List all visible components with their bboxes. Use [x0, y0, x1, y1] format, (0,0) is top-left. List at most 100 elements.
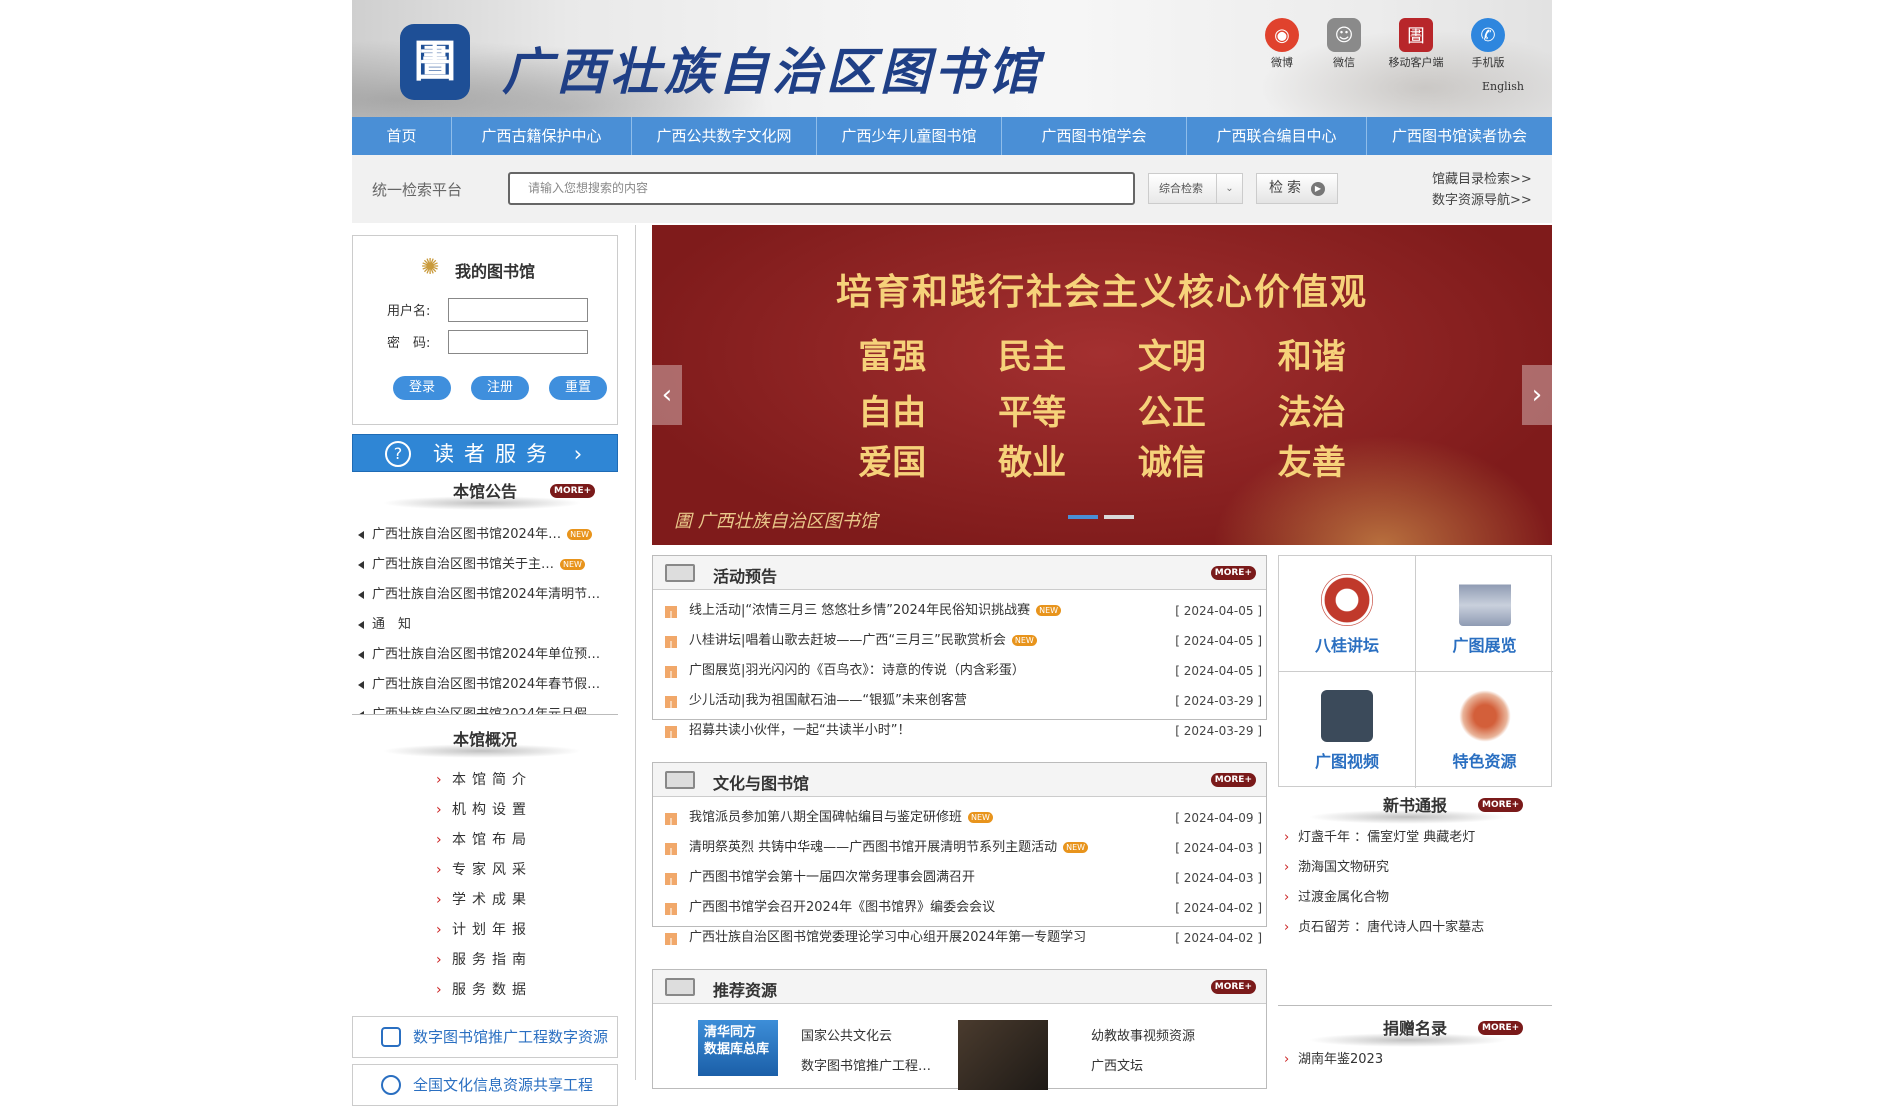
recommend-more-button[interactable]: MORE+ [1210, 980, 1256, 994]
nav-home[interactable]: 首页 [352, 117, 452, 155]
question-icon: ? [385, 441, 411, 467]
divider [1278, 1005, 1552, 1006]
notice-item[interactable]: 广西壮族自治区图书馆2024年春节假… [352, 670, 618, 700]
recommend-link[interactable]: 幼教故事视频资源 [1091, 1022, 1195, 1052]
tsinghua-tongfang-thumbnail[interactable]: 清华同方 数据库总库 [698, 1020, 778, 1076]
login-button[interactable]: 登录 [393, 376, 451, 400]
tile-bagui-forum[interactable]: 八桂讲坛 [1279, 556, 1416, 672]
banner-slideshow[interactable]: 培育和践行社会主义核心价值观 富强 民主 文明 和谐 自由 平等 公正 法治 爱… [652, 225, 1552, 545]
mobile-client-link[interactable]: 圕 移动客户端 [1376, 18, 1456, 70]
password-field[interactable] [448, 330, 588, 354]
notice-more-button[interactable]: MORE+ [550, 484, 596, 498]
overview-item-research[interactable]: 学术成果 [352, 885, 618, 915]
culture-item[interactable]: 清明祭英烈 共铸中华魂——广西图书馆开展清明节系列主题活动 NEW[ 2024-0… [653, 833, 1266, 863]
nav-digital-culture[interactable]: 广西公共数字文化网 [632, 117, 817, 155]
reset-button[interactable]: 重置 [549, 376, 607, 400]
activities-box: 活动预告 MORE+ 线上活动|“浓情三月三 悠悠壮乡情”2024年民俗知识挑战… [652, 555, 1267, 738]
overview-item-annual-report[interactable]: 计划年报 [352, 915, 618, 945]
reader-service-button[interactable]: ? 读者服务 › [352, 434, 618, 472]
overview-item-service-guide[interactable]: 服务指南 [352, 945, 618, 975]
search-button-label: 检索 [1269, 180, 1305, 196]
overview-item-service-data[interactable]: 服务数据 [352, 975, 618, 1005]
notice-item[interactable]: 广西壮族自治区图书馆2024年清明节… [352, 580, 618, 610]
activity-item[interactable]: 线上活动|“浓情三月三 悠悠壮乡情”2024年民俗知识挑战赛 NEW[ 2024-… [653, 596, 1266, 626]
exhibition-book-icon [1458, 574, 1511, 626]
username-field[interactable] [448, 298, 588, 322]
activity-item[interactable]: 八桂讲坛|唱着山歌去赶坡——广西“三月三”民歌赏析会 NEW[ 2024-04-0… [653, 626, 1266, 656]
bagui-forum-icon [1321, 574, 1373, 626]
activity-item[interactable]: 少儿活动|我为祖国献石油——“银狐”未来创客营[ 2024-03-29 ] [653, 686, 1266, 716]
activity-item[interactable]: 招募共读小伙伴，一起“共读半小时”！[ 2024-03-29 ] [653, 716, 1266, 746]
culture-share-icon [381, 1075, 401, 1095]
activities-list: 线上活动|“浓情三月三 悠悠壮乡情”2024年民俗知识挑战赛 NEW[ 2024-… [653, 590, 1266, 746]
notice-item[interactable]: 广西壮族自治区图书馆2024年元旦假… [352, 700, 618, 714]
banner-dot-active[interactable] [1068, 515, 1098, 519]
overview-item-structure[interactable]: 机构设置 [352, 795, 618, 825]
catalog-search-link[interactable]: 馆藏目录检索>> [1432, 169, 1532, 190]
weibo-link[interactable]: ◉ 微博 [1252, 18, 1312, 70]
recommend-link[interactable]: 数字图书馆推广工程… [801, 1052, 931, 1082]
nav-reader-association[interactable]: 广西图书馆读者协会 [1367, 117, 1552, 155]
library-seal-logo[interactable]: 圕 [400, 24, 470, 100]
banner-next-button[interactable]: › [1522, 365, 1552, 425]
tile-exhibition[interactable]: 广图展览 [1416, 556, 1553, 672]
activity-item[interactable]: 广图展览|羽光闪闪的《百鸟衣》：诗意的传说（内含彩蛋）[ 2024-04-05 … [653, 656, 1266, 686]
culture-more-button[interactable]: MORE+ [1210, 773, 1256, 787]
culture-item[interactable]: 广西壮族自治区图书馆党委理论学习中心组开展2024年第一专题学习[ 2024-0… [653, 923, 1266, 953]
culture-item[interactable]: 广西图书馆学会召开2024年《图书馆界》编委会会议[ 2024-04-02 ] [653, 893, 1266, 923]
recommend-col-1: 国家公共文化云 数字图书馆推广工程… [801, 1022, 931, 1082]
banner-dot[interactable] [1104, 515, 1134, 519]
recommend-link[interactable]: 国家公共文化云 [801, 1022, 931, 1052]
new-books-more-button[interactable]: MORE+ [1478, 798, 1524, 812]
search-input[interactable]: 请输入您想搜索的内容 [508, 172, 1135, 205]
culture-item[interactable]: 广西图书馆学会第十一届四次常务理事会圆满召开[ 2024-04-03 ] [653, 863, 1266, 893]
notice-item[interactable]: 广西壮族自治区图书馆2024年单位预… [352, 640, 618, 670]
nav-ancient-books[interactable]: 广西古籍保护中心 [452, 117, 632, 155]
mobile-version-link[interactable]: ✆ 手机版 [1458, 18, 1518, 70]
overview-item-experts[interactable]: 专家风采 [352, 855, 618, 885]
new-badge: NEW [1063, 842, 1089, 853]
new-book-item[interactable]: 渤海国文物研究 [1278, 853, 1552, 883]
tile-special-resource[interactable]: 特色资源 [1416, 672, 1553, 788]
new-book-item[interactable]: 灯盏千年 ：儒室灯堂 典藏老灯 [1278, 823, 1552, 853]
notice-list: 广西壮族自治区图书馆2024年… NEW 广西壮族自治区图书馆关于主… NEW 广西… [352, 520, 618, 715]
book-icon [665, 564, 695, 582]
banner-prev-button[interactable]: ‹ [652, 365, 682, 425]
tile-video[interactable]: 广图视频 [1279, 672, 1416, 788]
nav-library-society[interactable]: 广西图书馆学会 [1002, 117, 1187, 155]
search-button[interactable]: 检索 ▶ [1256, 173, 1338, 204]
culture-header: 文化与图书馆 MORE+ [653, 763, 1266, 797]
nav-children-library[interactable]: 广西少年儿童图书馆 [817, 117, 1002, 155]
donation-item[interactable]: 湖南年鉴2023 [1278, 1045, 1552, 1075]
digital-library-promo-link[interactable]: 数字图书馆推广工程数字资源 [352, 1016, 618, 1058]
notice-item[interactable]: 通 知 [352, 610, 618, 640]
digital-library-promo-label: 数字图书馆推广工程数字资源 [413, 1028, 609, 1046]
digital-resource-nav-link[interactable]: 数字资源导航>> [1432, 190, 1532, 211]
site-header: 圕 广西壮族自治区图书馆 ◉ 微博 ☺ 微信 圕 移动客户端 ✆ 手机版 Eng… [352, 0, 1552, 117]
notice-item[interactable]: 广西壮族自治区图书馆2024年… NEW [352, 520, 618, 550]
new-books-list: 灯盏千年 ：儒室灯堂 典藏老灯 渤海国文物研究 过渡金属化合物 贞石留芳 ：唐代… [1278, 823, 1552, 943]
mobile-version-icon: ✆ [1471, 18, 1505, 52]
overview-item-intro[interactable]: 本馆简介 [352, 765, 618, 795]
library-name-logo[interactable]: 广西壮族自治区图书馆 [502, 32, 1042, 104]
password-label: 密 码: [387, 336, 431, 351]
register-button[interactable]: 注册 [471, 376, 529, 400]
notice-item[interactable]: 广西壮族自治区图书馆关于主… NEW [352, 550, 618, 580]
english-link[interactable]: English [1482, 80, 1524, 93]
recommend-link[interactable]: 广西文坛 [1091, 1052, 1195, 1082]
mobile-client-label: 移动客户端 [1388, 56, 1444, 69]
activities-more-button[interactable]: MORE+ [1210, 566, 1256, 580]
wechat-link[interactable]: ☺ 微信 [1314, 18, 1374, 70]
overview-item-layout[interactable]: 本馆布局 [352, 825, 618, 855]
donation-list: 湖南年鉴2023 [1278, 1045, 1552, 1075]
new-badge: NEW [1011, 635, 1037, 646]
culture-share-promo-link[interactable]: 全国文化信息资源共享工程 [352, 1064, 618, 1106]
nav-cataloging-center[interactable]: 广西联合编目中心 [1187, 117, 1367, 155]
culture-item[interactable]: 我馆派员参加第八期全国碑帖编目与鉴定研修班 NEW[ 2024-04-09 ] [653, 803, 1266, 833]
page: 圕 广西壮族自治区图书馆 ◉ 微博 ☺ 微信 圕 移动客户端 ✆ 手机版 Eng… [352, 0, 1553, 1106]
new-book-item[interactable]: 过渡金属化合物 [1278, 883, 1552, 913]
culture-box: 文化与图书馆 MORE+ 我馆派员参加第八期全国碑帖编目与鉴定研修班 NEW[ 2… [652, 762, 1267, 945]
donation-more-button[interactable]: MORE+ [1478, 1021, 1524, 1035]
search-type-select[interactable]: 综合检索 ⌄ [1148, 173, 1243, 204]
new-book-item[interactable]: 贞石留芳 ：唐代诗人四十家墓志 [1278, 913, 1552, 943]
